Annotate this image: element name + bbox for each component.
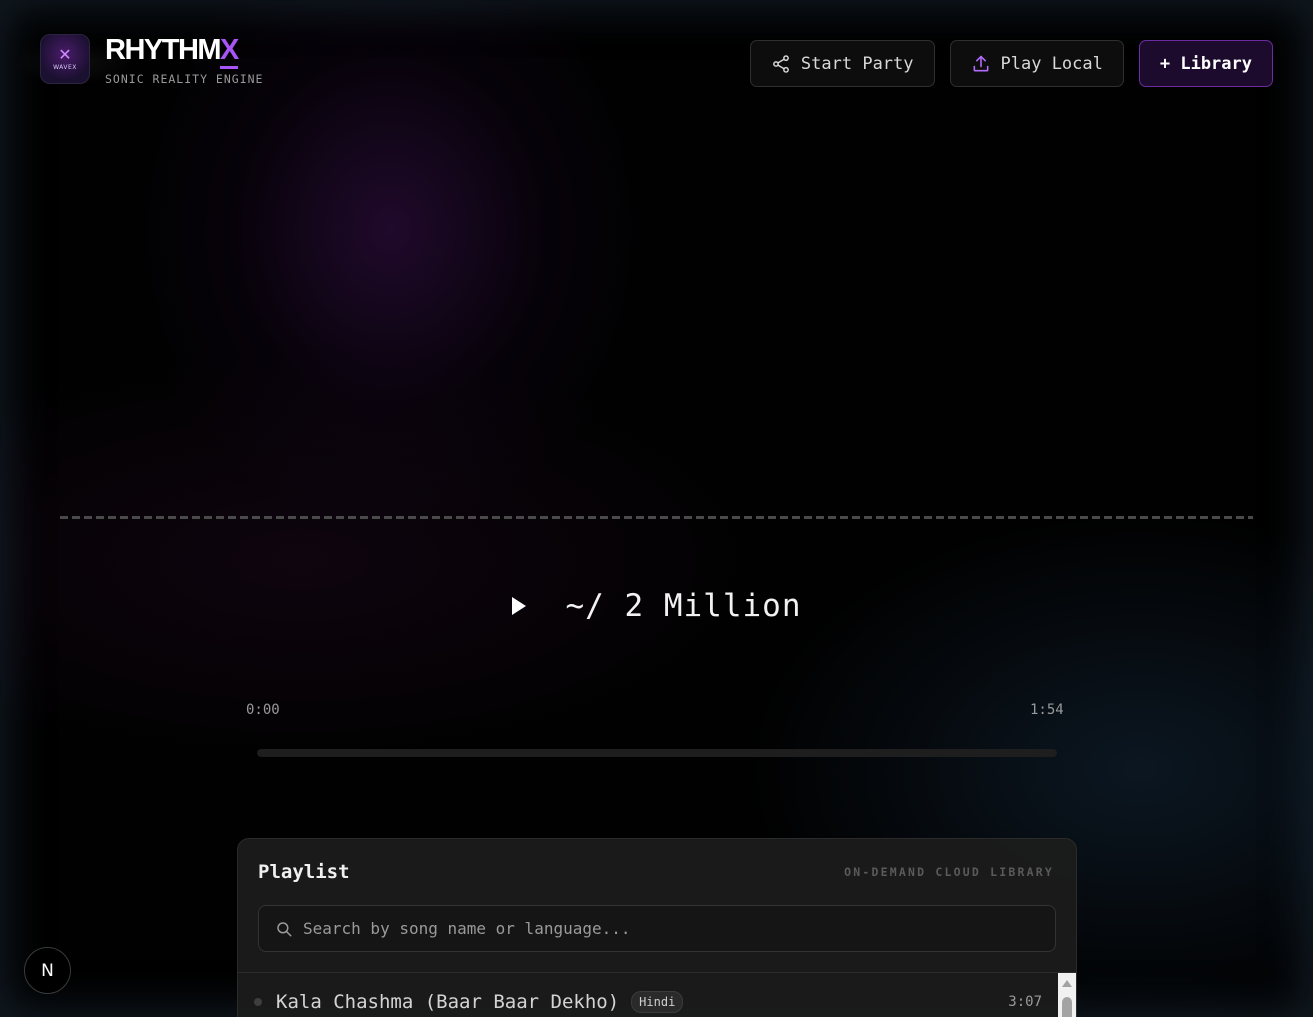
- brand-text: RHYTHMX SONIC REALITY ENGINE: [105, 34, 263, 86]
- play-local-label: Play Local: [1000, 53, 1103, 74]
- start-party-button[interactable]: Start Party: [749, 40, 935, 87]
- logo-mark: ✕: [58, 45, 72, 64]
- track-status-dot: [254, 998, 262, 1006]
- start-party-label: Start Party: [800, 53, 914, 74]
- list-item[interactable]: Kala Chashma (Baar Baar Dekho) Hindi 3:0…: [238, 987, 1056, 1017]
- now-playing-title: ~/ 2 Million: [565, 588, 802, 624]
- add-library-label: + Library: [1159, 53, 1252, 74]
- scroll-up-icon[interactable]: [1062, 980, 1072, 987]
- upload-icon: [973, 55, 988, 71]
- logo-text: WAVEX: [53, 64, 77, 71]
- track-name: Kala Chashma (Baar Baar Dekho): [276, 991, 620, 1013]
- dev-indicator-badge[interactable]: N: [24, 947, 71, 994]
- search-icon: [277, 921, 292, 936]
- track-duration-label: 3:07: [1008, 994, 1042, 1010]
- app-subtitle: SONIC REALITY ENGINE: [105, 72, 264, 86]
- app-title-main: RHYTHM: [105, 34, 222, 66]
- play-local-button[interactable]: Play Local: [949, 40, 1124, 87]
- top-nav: Start Party Play Local + Library: [749, 40, 1273, 87]
- playlist-header: Playlist ON-DEMAND CLOUD LIBRARY: [238, 839, 1076, 883]
- brand-logo[interactable]: ✕ WAVEX RHYTHMX SONIC REALITY ENGINE: [40, 34, 263, 86]
- current-time: 0:00: [246, 702, 280, 718]
- playlist-title: Playlist: [258, 861, 350, 883]
- track-duration: 1:54: [1030, 702, 1064, 718]
- app-title: RHYTHMX: [105, 34, 263, 69]
- play-icon[interactable]: [511, 597, 526, 615]
- progress-bar[interactable]: [257, 749, 1057, 757]
- now-playing: ~/ 2 Million: [0, 588, 1313, 624]
- scrollbar[interactable]: [1058, 973, 1076, 1017]
- language-badge: Hindi: [631, 991, 684, 1013]
- playlist-tag: ON-DEMAND CLOUD LIBRARY: [844, 865, 1054, 879]
- playlist-panel: Playlist ON-DEMAND CLOUD LIBRARY Kala Ch…: [237, 838, 1077, 1017]
- add-library-button[interactable]: + Library: [1138, 40, 1273, 87]
- visualizer-baseline: [60, 516, 1253, 519]
- search-input[interactable]: [303, 919, 1003, 938]
- divider: [238, 972, 1076, 973]
- app-title-accent: X: [220, 34, 239, 69]
- share-icon: [773, 54, 789, 73]
- search-box[interactable]: [258, 905, 1056, 952]
- app-logo-icon: ✕ WAVEX: [40, 34, 90, 84]
- scrollbar-thumb[interactable]: [1062, 997, 1072, 1017]
